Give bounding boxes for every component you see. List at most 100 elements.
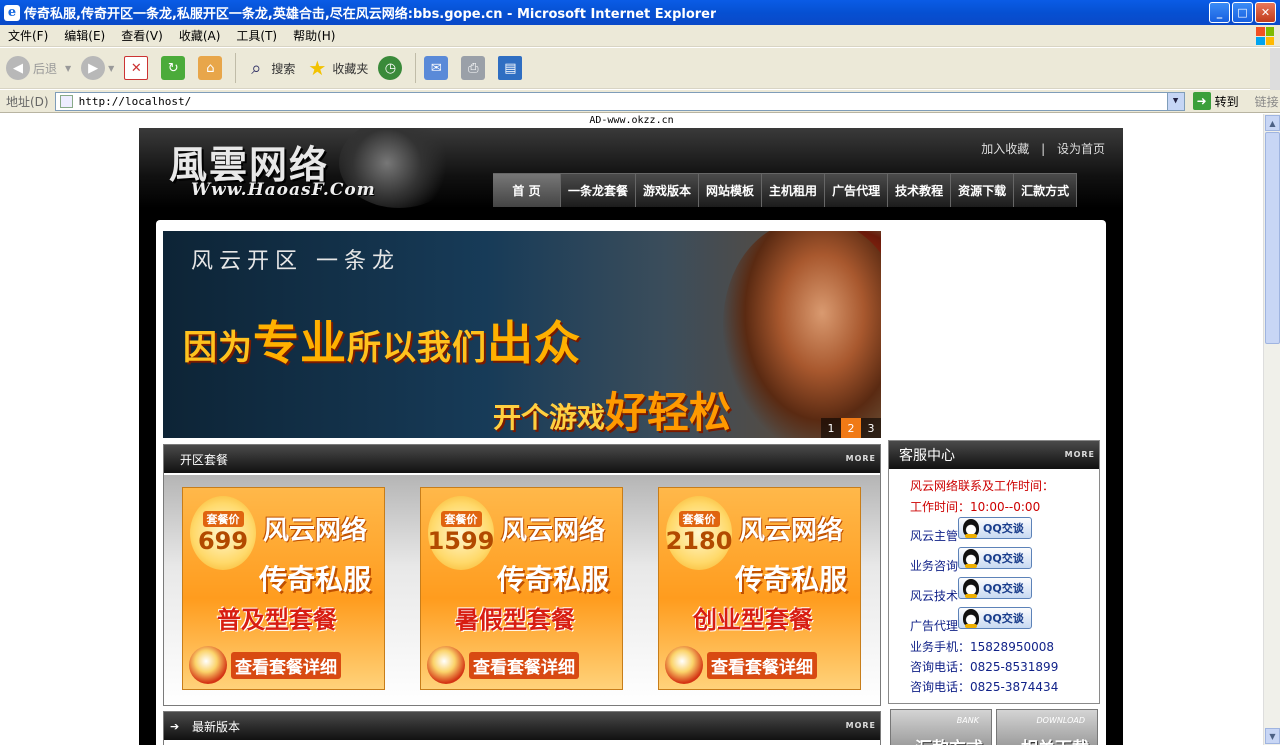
packages-more-link[interactable]: MORE <box>846 454 876 463</box>
hero-warrior-image <box>723 231 881 438</box>
add-favorite-link[interactable]: 加入收藏 <box>981 142 1029 156</box>
search-icon: ⌕ <box>251 57 262 79</box>
phone-value: 0825-8531899 <box>970 660 1059 674</box>
price-badge-label: 套餐价 <box>440 511 482 527</box>
service-hours: 工作时间：10:00--0:00 <box>910 498 1040 515</box>
site-logo-url: Www.HaoasF.Com <box>191 180 376 200</box>
nav-packages[interactable]: 一条龙套餐 <box>561 173 637 207</box>
ie-icon: e <box>4 4 20 21</box>
content-area: 风云开区 一条龙 因为专业所以我们出众 开个游戏好轻松 1 2 3 开区套餐 M… <box>156 220 1106 745</box>
versions-panel-header: ➔ 最新版本 MORE <box>164 712 880 740</box>
banner-page-1[interactable]: 1 <box>821 418 841 438</box>
mail-button[interactable]: ✉ <box>424 56 451 80</box>
service-panel-header: 客服中心 MORE <box>889 441 1099 469</box>
bank-button-cn: 汇款方式 <box>915 734 983 745</box>
address-label: 地址(D) <box>6 94 49 109</box>
banner-page-2[interactable]: 2 <box>841 418 861 438</box>
stop-button[interactable]: ✕ <box>124 56 151 80</box>
hero-banner[interactable]: 风云开区 一条龙 因为专业所以我们出众 开个游戏好轻松 1 2 3 <box>163 231 881 438</box>
nav-ads[interactable]: 广告代理 <box>825 173 889 207</box>
nav-home[interactable]: 首 页 <box>493 173 561 207</box>
search-button[interactable]: ⌕ 搜索 <box>244 56 295 80</box>
menu-view[interactable]: 查看(V) <box>113 27 171 44</box>
forward-arrow-icon: ▶ <box>81 56 106 80</box>
package-brand: 风云网络 <box>501 516 606 546</box>
nav-payment[interactable]: 汇款方式 <box>1014 173 1078 207</box>
phone-label: 咨询电话： <box>910 680 971 694</box>
go-button[interactable]: ➜ 转到 <box>1192 92 1239 110</box>
scroll-up-icon[interactable]: ▲ <box>1265 115 1280 131</box>
toolbar-separator <box>415 53 417 83</box>
qq-chat-label: QQ交谈 <box>983 612 1024 625</box>
versions-panel-title: 最新版本 <box>192 719 241 734</box>
qq-chat-label: QQ交谈 <box>983 582 1024 595</box>
menu-file[interactable]: 文件(F) <box>0 27 56 44</box>
back-dropdown-icon[interactable]: ▼ <box>65 64 71 73</box>
refresh-button[interactable]: ↻ <box>161 56 188 80</box>
forward-button[interactable]: ▶ ▼ <box>81 56 114 80</box>
arrow-right-icon: ➔ <box>170 719 180 733</box>
nav-downloads[interactable]: 资源下载 <box>951 173 1015 207</box>
phone-value: 15828950008 <box>970 640 1054 654</box>
banner-line3: 开个游戏好轻松 <box>493 379 731 438</box>
nav-templates[interactable]: 网站模板 <box>699 173 763 207</box>
vertical-scrollbar[interactable]: ▲ ▼ <box>1263 114 1280 745</box>
set-homepage-link[interactable]: 设为首页 <box>1057 142 1105 156</box>
package-detail-button[interactable]: 查看套餐详细 <box>665 646 817 684</box>
edit-button[interactable]: ▤ <box>498 56 525 80</box>
ad-text[interactable]: AD-www.okzz.cn <box>0 114 1263 127</box>
scroll-down-icon[interactable]: ▼ <box>1265 728 1280 744</box>
price-badge: 套餐价 699 <box>190 496 256 570</box>
nav-game-versions[interactable]: 游戏版本 <box>636 173 700 207</box>
qq-chat-button[interactable]: QQ交谈 <box>958 577 1032 599</box>
qq-chat-button[interactable]: QQ交谈 <box>958 517 1032 539</box>
menu-bar: 文件(F) 编辑(E) 查看(V) 收藏(A) 工具(T) 帮助(H) <box>0 25 1280 47</box>
phone-label: 业务手机： <box>910 640 971 654</box>
main-nav: 首 页 一条龙套餐 游戏版本 网站模板 主机租用 广告代理 技术教程 资源下载 … <box>493 173 1078 207</box>
menu-tools[interactable]: 工具(T) <box>228 27 285 44</box>
print-button[interactable]: ⎙ <box>461 56 488 80</box>
service-more-link[interactable]: MORE <box>1065 450 1095 459</box>
close-button[interactable]: ✕ <box>1255 2 1276 23</box>
package-genre: 传奇私服 <box>497 563 610 596</box>
banner-line3b: 好轻松 <box>605 388 732 437</box>
history-button[interactable]: ◷ <box>378 56 405 80</box>
qq-chat-button[interactable]: QQ交谈 <box>958 607 1032 629</box>
scroll-thumb[interactable] <box>1265 132 1280 344</box>
banner-page-3[interactable]: 3 <box>861 418 881 438</box>
package-card[interactable]: 套餐价 699 风云网络 传奇私服 普及型套餐 查看套餐详细 <box>182 487 385 690</box>
menu-help[interactable]: 帮助(H) <box>285 27 343 44</box>
qq-chat-label: QQ交谈 <box>983 552 1024 565</box>
banner-line3a: 开个游戏 <box>493 401 606 434</box>
package-detail-button[interactable]: 查看套餐详细 <box>189 646 341 684</box>
nav-tutorials[interactable]: 技术教程 <box>888 173 952 207</box>
maximize-button[interactable]: □ <box>1232 2 1253 23</box>
home-icon: ⌂ <box>198 56 223 80</box>
versions-more-link[interactable]: MORE <box>846 721 876 730</box>
window-title: 传奇私服,传奇开区一条龙,私服开区一条龙,英雄合击,尽在风云网络:bbs.gop… <box>24 7 717 22</box>
mascot-icon <box>665 646 703 684</box>
home-button[interactable]: ⌂ <box>198 56 225 80</box>
refresh-icon: ↻ <box>161 56 186 80</box>
bank-button[interactable]: BANK 汇款方式 <box>890 709 992 745</box>
address-dropdown-icon[interactable]: ▼ <box>1166 92 1184 110</box>
download-button[interactable]: DOWNLOAD 相关下载 <box>996 709 1098 745</box>
minimize-button[interactable]: _ <box>1209 2 1230 23</box>
qq-chat-button[interactable]: QQ交谈 <box>958 547 1032 569</box>
back-label: 后退 <box>33 61 58 76</box>
back-arrow-icon: ◀ <box>6 56 30 80</box>
links-button[interactable]: 链接 <box>1255 93 1279 110</box>
package-price: 1599 <box>427 527 495 555</box>
menu-edit[interactable]: 编辑(E) <box>56 27 113 44</box>
favorites-button[interactable]: ★ 收藏夹 <box>305 56 368 80</box>
banner-pager: 1 2 3 <box>821 418 881 438</box>
address-input[interactable]: http://localhost/ ▼ <box>54 91 1185 111</box>
menu-favorites[interactable]: 收藏(A) <box>171 27 229 44</box>
package-card[interactable]: 套餐价 1599 风云网络 传奇私服 暑假型套餐 查看套餐详细 <box>420 487 623 690</box>
package-card[interactable]: 套餐价 2180 风云网络 传奇私服 创业型套餐 查看套餐详细 <box>658 487 861 690</box>
site-header: 風雲网络 Www.HaoasF.Com 加入收藏 | 设为首页 首 页 一条龙套… <box>139 128 1123 208</box>
package-detail-button[interactable]: 查看套餐详细 <box>427 646 579 684</box>
nav-hosting[interactable]: 主机租用 <box>762 173 826 207</box>
back-button[interactable]: ◀ 后退 ▼ <box>6 56 71 80</box>
forward-dropdown-icon[interactable]: ▼ <box>108 64 114 73</box>
